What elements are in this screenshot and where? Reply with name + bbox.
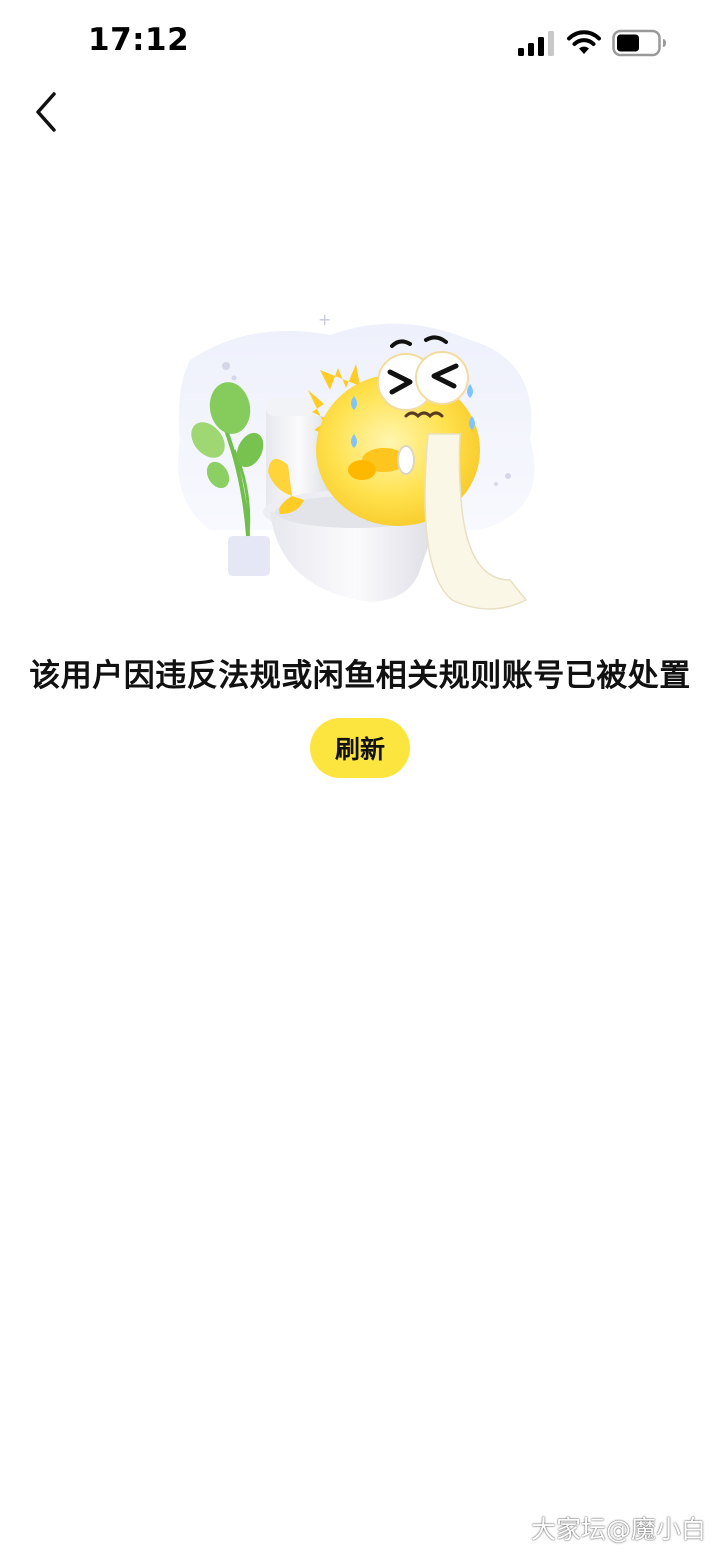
account-status-message: 该用户因违反法规或闲鱼相关规则账号已被处置 [29,658,691,694]
svg-text:+: + [318,310,331,329]
battery-icon [612,29,666,57]
status-bar: 17:12 [0,0,720,80]
chevron-left-icon [36,92,56,132]
wifi-icon [567,30,601,54]
crying-fish-on-toilet-illustration: + [178,310,535,610]
back-button[interactable] [28,86,68,134]
refresh-button[interactable]: 刷新 [310,718,410,778]
nav-bar [0,80,720,140]
status-time: 17:12 [88,22,190,58]
watermark: 大家坛@魔小白 [530,1515,706,1544]
cellular-signal-icon [518,31,554,56]
